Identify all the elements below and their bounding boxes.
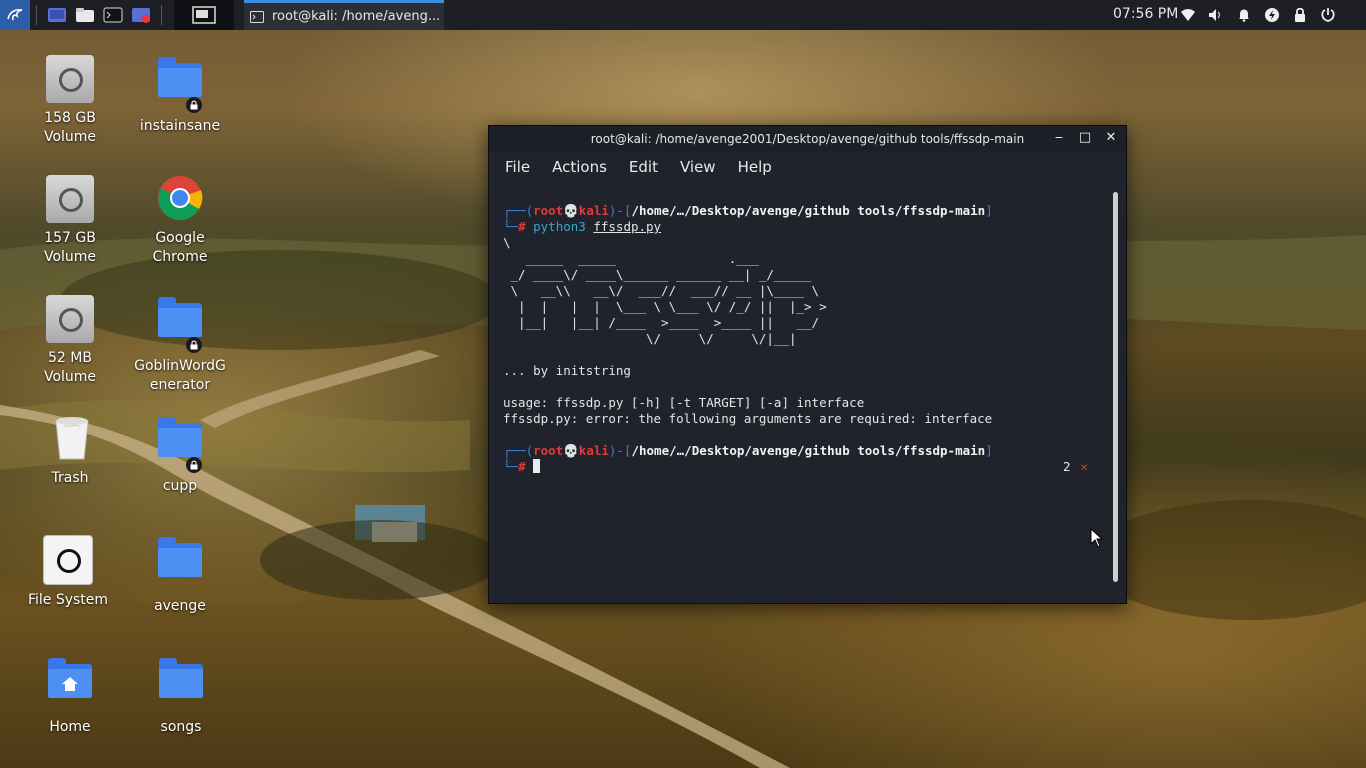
- drive-icon: [46, 295, 94, 343]
- command-binary: python3: [533, 219, 586, 234]
- menu-view[interactable]: View: [680, 158, 716, 176]
- desktop-icon-instainsane[interactable]: instainsane: [125, 55, 235, 136]
- file-manager-launcher[interactable]: [71, 0, 99, 30]
- desktop-icon-google-chrome[interactable]: Google Chrome: [125, 175, 235, 267]
- locked-folder-icon: [156, 297, 204, 353]
- clock[interactable]: 07:56 PM: [1113, 6, 1178, 22]
- desktop-icon-home[interactable]: Home: [15, 656, 125, 737]
- volume-icon[interactable]: [1208, 7, 1224, 23]
- power-manager-icon[interactable]: [1264, 7, 1280, 23]
- file-manager-icon: [76, 8, 94, 22]
- system-tray: [1180, 0, 1336, 30]
- prompt-user: root: [533, 203, 564, 218]
- byline: ... by initstring: [503, 363, 631, 378]
- command-argument: ffssdp.py: [593, 219, 662, 234]
- terminal-output[interactable]: ┌──(root💀kali)-[/home/…/Desktop/avenge/g…: [503, 203, 1103, 475]
- taskbar-item-label: root@kali: /home/aveng...: [272, 9, 441, 24]
- desktop-icon-label: Google Chrome: [152, 230, 208, 265]
- logout-icon[interactable]: [1320, 7, 1336, 23]
- folder-icon: [157, 658, 205, 712]
- desktop-icon-label: songs: [160, 719, 202, 735]
- prompt-path: /home/…/Desktop/avenge/github tools/ffss…: [631, 443, 986, 458]
- menu-help[interactable]: Help: [738, 158, 772, 176]
- terminal-window[interactable]: root@kali: /home/avenge2001/Desktop/aven…: [488, 125, 1127, 604]
- filesystem-icon: [43, 535, 93, 585]
- terminal-launcher[interactable]: [99, 0, 127, 30]
- close-button[interactable]: ✕: [1104, 131, 1118, 145]
- desktop-icon-goblinwordgenerator[interactable]: GoblinWordG enerator: [125, 295, 235, 395]
- desktop-icon-songs[interactable]: songs: [126, 656, 236, 737]
- desktop-icon-cupp[interactable]: cupp: [125, 415, 235, 496]
- desktop-icon-label: 157 GB Volume: [43, 230, 97, 265]
- menu-file[interactable]: File: [505, 158, 530, 176]
- skull-icon: 💀: [563, 443, 579, 458]
- drive-icon: [46, 55, 94, 103]
- workspace-icon: [192, 6, 216, 24]
- prompt-path: /home/…/Desktop/avenge/github tools/ffss…: [631, 203, 986, 218]
- taskbar-item-terminal[interactable]: root@kali: /home/aveng...: [244, 0, 444, 30]
- desktop-icon-avenge[interactable]: avenge: [125, 535, 235, 616]
- screen-recorder-launcher[interactable]: [127, 0, 155, 30]
- exit-code: 2: [1063, 459, 1071, 474]
- terminal-icon: [250, 10, 264, 23]
- lock-screen-icon[interactable]: [1292, 7, 1308, 23]
- screen-recorder-icon: [132, 8, 150, 23]
- show-desktop-button[interactable]: [43, 0, 71, 30]
- prompt-host: kali: [578, 443, 609, 458]
- wifi-icon[interactable]: [1180, 7, 1196, 23]
- desktop-icon-label: Home: [49, 719, 91, 735]
- exit-error-icon: ✕: [1080, 459, 1089, 474]
- minimize-button[interactable]: ‒: [1052, 131, 1066, 145]
- error-line: ffssdp.py: error: the following argument…: [503, 411, 993, 426]
- desktop-icon-label: Trash: [51, 470, 89, 486]
- terminal-title: root@kali: /home/avenge2001/Desktop/aven…: [590, 132, 1025, 146]
- notification-bell-icon[interactable]: [1236, 7, 1252, 23]
- desktop-icon-158gb-volume[interactable]: 158 GB Volume: [15, 55, 125, 147]
- desktop-icon: [48, 8, 66, 22]
- maximize-button[interactable]: □: [1078, 131, 1092, 145]
- usage-line: usage: ffssdp.py [-h] [-t TARGET] [-a] i…: [503, 395, 865, 410]
- kali-menu-button[interactable]: [0, 0, 30, 30]
- drive-icon: [46, 175, 94, 223]
- terminal-menubar: File Actions Edit View Help: [489, 152, 1126, 182]
- mouse-pointer-icon: [1090, 528, 1104, 548]
- desktop-icon-label: avenge: [154, 598, 206, 614]
- exit-status: 2 ✕: [1063, 459, 1088, 474]
- menu-edit[interactable]: Edit: [629, 158, 658, 176]
- terminal-titlebar[interactable]: root@kali: /home/avenge2001/Desktop/aven…: [489, 126, 1126, 152]
- desktop-icon-label: File System: [27, 592, 109, 608]
- menu-actions[interactable]: Actions: [552, 158, 607, 176]
- desktop-icon-label: 158 GB Volume: [43, 110, 97, 145]
- home-folder-icon: [46, 658, 94, 712]
- prompt-user: root: [533, 443, 564, 458]
- text-cursor: [533, 459, 541, 473]
- terminal-icon: [103, 7, 123, 23]
- prompt-host: kali: [578, 203, 609, 218]
- desktop-icon-trash[interactable]: Trash: [15, 415, 125, 488]
- top-panel: root@kali: /home/aveng... 07:56 PM: [0, 0, 1366, 30]
- trash-icon: [46, 415, 94, 463]
- workspace-switcher[interactable]: [174, 0, 234, 30]
- locked-folder-icon: [156, 417, 204, 473]
- desktop-icon-label: GoblinWordG enerator: [134, 358, 226, 393]
- locked-folder-icon: [156, 57, 204, 113]
- desktop-icon-file-system[interactable]: File System: [13, 535, 123, 610]
- kali-dragon-icon: [7, 8, 23, 21]
- desktop-icon-label: cupp: [162, 478, 198, 494]
- desktop-icon-label: instainsane: [139, 118, 221, 134]
- panel-separator: [36, 5, 37, 25]
- chrome-icon: [156, 175, 204, 223]
- skull-icon: 💀: [563, 203, 579, 218]
- panel-separator: [161, 5, 162, 25]
- desktop-icon-157gb-volume[interactable]: 157 GB Volume: [15, 175, 125, 267]
- folder-icon: [156, 537, 204, 591]
- desktop-icon-52mb-volume[interactable]: 52 MB Volume: [15, 295, 125, 387]
- desktop-icon-label: 52 MB Volume: [43, 350, 97, 385]
- terminal-scrollbar[interactable]: [1113, 192, 1118, 582]
- ascii-banner: \ _____ _____ .___ _/ ____\/ ____\______…: [503, 235, 827, 346]
